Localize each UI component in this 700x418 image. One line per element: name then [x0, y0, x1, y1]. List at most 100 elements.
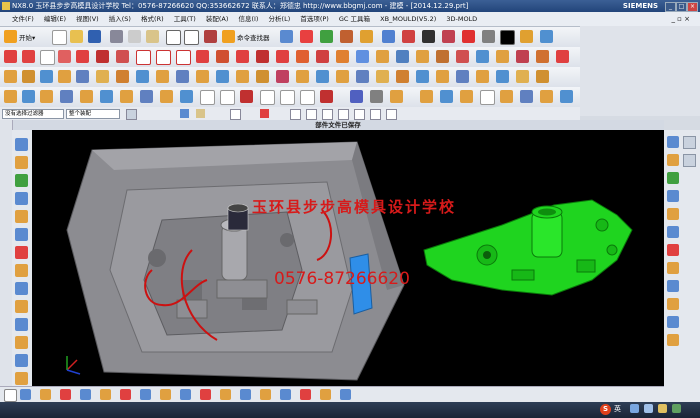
- color-icon[interactable]: [442, 30, 455, 43]
- bottom-tool-16-icon[interactable]: [300, 389, 311, 400]
- menu-format[interactable]: 格式(R): [137, 12, 168, 26]
- minimize-button[interactable]: _: [665, 2, 676, 12]
- sogou-icon[interactable]: S: [600, 404, 611, 415]
- menu-insert[interactable]: 插入(S): [105, 12, 135, 26]
- wcs-icon[interactable]: [320, 30, 333, 43]
- draft-icon[interactable]: [276, 70, 289, 83]
- mirror-icon[interactable]: [376, 70, 389, 83]
- sync-pattern-icon[interactable]: [180, 90, 193, 103]
- select-face-icon[interactable]: [230, 109, 241, 120]
- roles-icon[interactable]: [667, 316, 679, 328]
- bottom-tool-9-icon[interactable]: [160, 389, 171, 400]
- sew-icon[interactable]: [396, 70, 409, 83]
- select-feature-icon[interactable]: [180, 109, 189, 118]
- hexagon-icon[interactable]: [156, 50, 171, 65]
- bottom-tool-1-icon[interactable]: [4, 389, 17, 402]
- sync-paste-icon[interactable]: [140, 90, 153, 103]
- control-point-icon[interactable]: [322, 109, 333, 120]
- shell-icon[interactable]: [296, 70, 309, 83]
- bottom-tool-6-icon[interactable]: [100, 389, 111, 400]
- intersection-point-icon[interactable]: [338, 109, 349, 120]
- ime-mode-label[interactable]: 英: [614, 404, 621, 414]
- endpoint-icon[interactable]: [290, 109, 301, 120]
- render-style-icon[interactable]: [422, 30, 435, 43]
- close-button[interactable]: ×: [687, 2, 698, 12]
- web-browser-icon[interactable]: [667, 226, 679, 238]
- bottom-tool-15-icon[interactable]: [280, 389, 291, 400]
- corner-icon[interactable]: [280, 90, 295, 105]
- menu-assemblies[interactable]: 装配(A): [202, 12, 233, 26]
- pad-icon[interactable]: [96, 70, 109, 83]
- slider-icon[interactable]: [460, 90, 473, 103]
- redo-icon[interactable]: [184, 30, 199, 45]
- sync-replace-icon[interactable]: [60, 90, 73, 103]
- cooling-icon[interactable]: [520, 90, 533, 103]
- left-tool-12-icon[interactable]: [15, 336, 28, 349]
- left-tool-8-icon[interactable]: [15, 264, 28, 277]
- sync-move-icon[interactable]: [4, 90, 17, 103]
- sync-offset-icon[interactable]: [40, 90, 53, 103]
- select-body-icon[interactable]: [196, 109, 205, 118]
- pencil-icon[interactable]: [520, 30, 533, 43]
- background-icon[interactable]: [500, 30, 515, 45]
- curve-analysis-icon[interactable]: [260, 90, 275, 105]
- circle-icon[interactable]: [40, 50, 55, 65]
- replace-face-icon[interactable]: [436, 70, 449, 83]
- manufacturing-wizards-icon[interactable]: [667, 298, 679, 310]
- sprue-insert[interactable]: [227, 203, 249, 231]
- cut-icon[interactable]: [110, 30, 123, 43]
- trim-icon[interactable]: [196, 50, 209, 63]
- law-curve-icon[interactable]: [456, 50, 469, 63]
- bottom-tool-14-icon[interactable]: [260, 389, 271, 400]
- left-tool-9-icon[interactable]: [15, 282, 28, 295]
- left-tool-4-icon[interactable]: [15, 192, 28, 205]
- volume-icon[interactable]: [644, 404, 653, 413]
- arc-icon[interactable]: [22, 50, 35, 63]
- project-curve-icon[interactable]: [256, 50, 269, 63]
- sync-copy-icon[interactable]: [120, 90, 133, 103]
- resource-pin-icon[interactable]: [683, 136, 696, 149]
- polygon-icon[interactable]: [116, 50, 129, 63]
- paste-icon[interactable]: [146, 30, 159, 43]
- assembly-navigator-icon[interactable]: [667, 136, 679, 148]
- menu-xb-mould[interactable]: XB_MOULD(V5.2): [376, 12, 440, 26]
- start-icon[interactable]: [4, 30, 17, 43]
- menu-preferences[interactable]: 首选项(P): [296, 12, 333, 26]
- command-finder-icon[interactable]: [222, 30, 235, 43]
- extract-curve-icon[interactable]: [376, 50, 389, 63]
- unite-icon[interactable]: [176, 70, 189, 83]
- thicken-icon[interactable]: [336, 70, 349, 83]
- spline-icon[interactable]: [58, 50, 71, 63]
- point-icon[interactable]: [476, 50, 489, 63]
- chamfer-curve-icon[interactable]: [316, 50, 329, 63]
- groove-icon[interactable]: [136, 70, 149, 83]
- menu-information[interactable]: 信息(I): [234, 12, 262, 26]
- join-curve-icon[interactable]: [236, 50, 249, 63]
- bottom-tool-18-icon[interactable]: [340, 389, 351, 400]
- command-finder-label[interactable]: 命令查找器: [237, 32, 270, 42]
- revolve-icon[interactable]: [22, 70, 35, 83]
- menu-3d-mold[interactable]: 3D-MOLD: [442, 12, 481, 26]
- menu-view[interactable]: 视图(V): [72, 12, 103, 26]
- wave-icon[interactable]: [320, 90, 333, 103]
- slot-icon[interactable]: [116, 70, 129, 83]
- midpoint-icon[interactable]: [306, 109, 317, 120]
- section-curve-icon[interactable]: [356, 50, 369, 63]
- left-tool-11-icon[interactable]: [15, 318, 28, 331]
- maximize-button[interactable]: □: [676, 2, 687, 12]
- arc-center-icon[interactable]: [354, 109, 365, 120]
- copy-icon[interactable]: [128, 30, 141, 43]
- delete-face-icon[interactable]: [476, 70, 489, 83]
- core-cavity-icon[interactable]: [440, 90, 453, 103]
- gray-box-icon[interactable]: [482, 30, 495, 43]
- curvature-icon[interactable]: [300, 90, 315, 105]
- bottom-tool-2-icon[interactable]: [20, 389, 31, 400]
- sync-resize-icon[interactable]: [80, 90, 93, 103]
- menu-gc-toolkit[interactable]: GC 工具箱: [335, 12, 374, 26]
- constraint-navigator-icon[interactable]: [667, 154, 679, 166]
- history-icon[interactable]: [667, 244, 679, 256]
- divide-curve-icon[interactable]: [216, 50, 229, 63]
- gbe-icon[interactable]: [480, 90, 495, 105]
- scope-select[interactable]: 整个装配: [66, 109, 120, 119]
- left-tool-10-icon[interactable]: [15, 300, 28, 313]
